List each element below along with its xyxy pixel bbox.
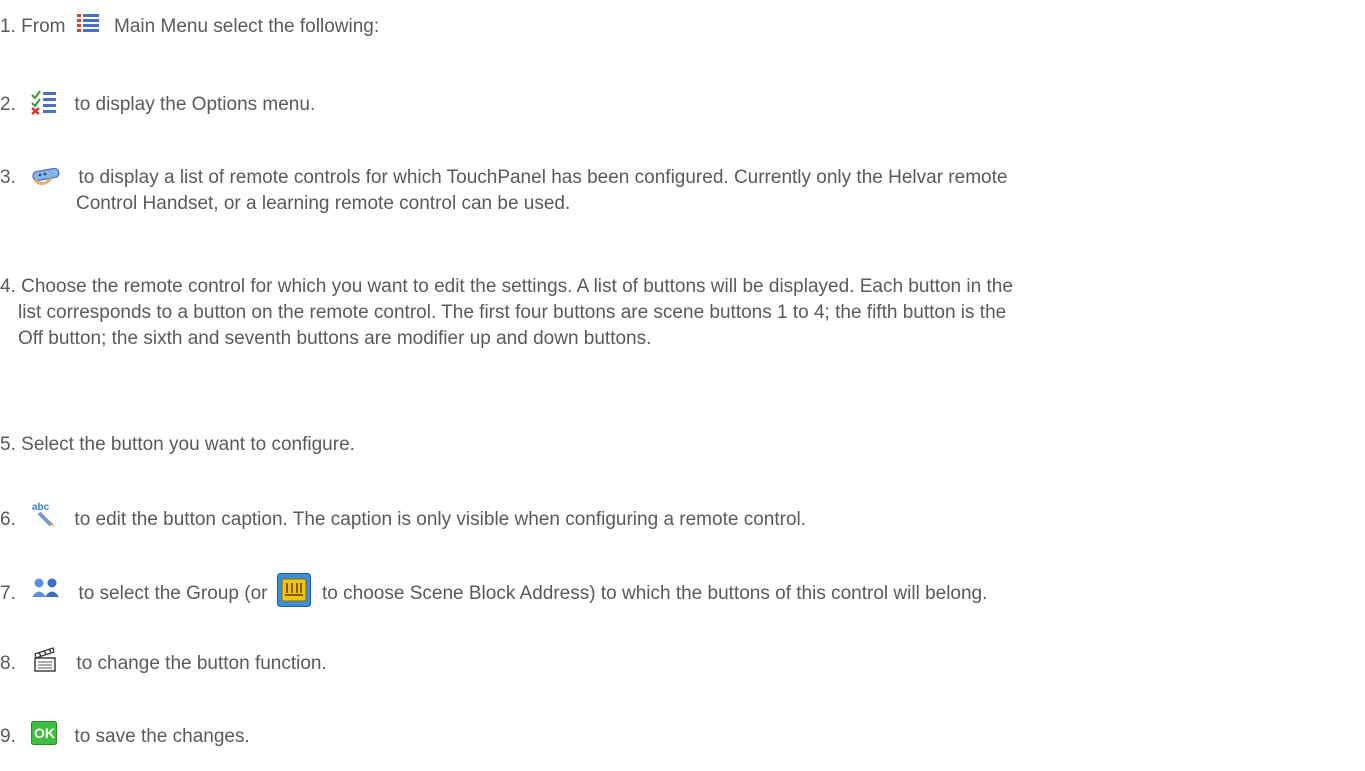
remote-control-icon[interactable] [31,166,61,186]
scene-block-icon[interactable] [276,573,311,607]
step-8: 8. to change the button function. [0,647,1357,677]
step-text: to choose Scene Block Address) to which … [322,583,988,605]
step-6: 6. abc to edit the button caption. The c… [0,502,1357,534]
edit-caption-icon[interactable]: abc [31,500,57,528]
options-icon[interactable] [31,89,57,115]
step-3: 3. to display a list of remote controls … [0,165,1357,217]
step-text: Main Menu select the following: [114,16,380,37]
step-number: 3. [0,167,16,188]
step-text-continued: list corresponds to a button on the remo… [18,302,1007,323]
step-2: 2. to display the Options menu. [0,89,1357,118]
step-text-continued: Off button; the sixth and seventh button… [18,328,652,349]
step-text: From [21,16,66,37]
step-number: 2. [0,94,16,116]
ok-icon[interactable]: OK [31,720,58,745]
step-number: 9. [0,726,16,747]
step-1: 1. From Main Menu select the following: [0,13,1357,40]
group-icon[interactable] [31,577,61,599]
step-text: to change the button function. [76,653,327,675]
clapperboard-icon[interactable] [33,646,57,672]
svg-text:abc: abc [32,502,50,513]
main-menu-icon[interactable] [76,13,99,35]
step-number: 8. [0,653,16,675]
step-text: Choose the remote control for which you … [21,276,1013,297]
step-5: 5. Select the button you want to configu… [0,432,1357,458]
step-number: 7. [0,583,16,605]
step-text: to select the Group (or [78,583,268,605]
step-4: 4. Choose the remote control for which y… [0,274,1357,352]
step-9: 9. OK to save the changes. [0,720,1357,750]
step-text: to edit the button caption. The caption … [74,509,807,531]
step-text-continued: Control Handset, or a learning remote co… [76,193,571,214]
step-text: Select the button you want to configure. [21,434,355,455]
step-number: 4. [0,276,16,297]
ok-label: OK [34,725,55,741]
step-text: to display the Options menu. [74,94,316,116]
step-text: to save the changes. [74,726,250,747]
step-number: 6. [0,509,16,531]
step-number: 1. [0,16,16,37]
step-text: to display a list of remote controls for… [78,167,1008,188]
step-7: 7. to select the Group (or to choose Sce… [0,573,1357,611]
step-number: 5. [0,434,16,455]
